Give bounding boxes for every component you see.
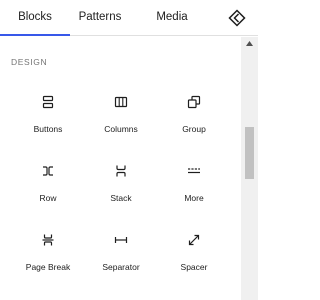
block-item-buttons[interactable]: Buttons <box>9 95 87 155</box>
scroll-up-arrow-icon <box>246 41 253 46</box>
row-icon <box>41 164 55 178</box>
block-item-stack[interactable]: Stack <box>82 164 160 224</box>
block-item-more[interactable]: More <box>155 164 233 224</box>
scrollbar-thumb[interactable] <box>245 127 254 179</box>
separator-icon <box>114 233 128 247</box>
block-label: Separator <box>102 262 140 272</box>
block-item-group[interactable]: Group <box>155 95 233 155</box>
vertical-scrollbar[interactable] <box>241 37 258 300</box>
block-label: Buttons <box>33 124 63 134</box>
block-label: Group <box>182 124 206 134</box>
tab-media[interactable]: Media <box>140 0 204 35</box>
columns-icon <box>114 95 128 109</box>
block-item-columns[interactable]: Columns <box>82 95 160 155</box>
block-item-spacer[interactable]: Spacer <box>155 233 233 293</box>
block-label: More <box>184 193 204 203</box>
scroll-up-button[interactable] <box>241 37 258 51</box>
buttons-icon <box>41 95 55 109</box>
block-item-row[interactable]: Row <box>9 164 87 224</box>
block-item-page-break[interactable]: Page Break <box>9 233 87 293</box>
close-inserter-icon <box>228 9 246 27</box>
block-label: Stack <box>110 193 132 203</box>
group-icon <box>187 95 201 109</box>
block-label: Columns <box>104 124 138 134</box>
block-list-panel: DESIGN Buttons Columns Group Row Stack M… <box>0 37 241 300</box>
more-icon <box>187 164 201 178</box>
spacer-icon <box>187 233 201 247</box>
stack-icon <box>114 164 128 178</box>
block-label: Row <box>39 193 57 203</box>
close-inserter-button[interactable] <box>226 7 248 29</box>
inserter-tabbar: Blocks Patterns Media <box>0 0 258 36</box>
page-break-icon <box>41 233 55 247</box>
block-label: Page Break <box>25 262 71 272</box>
tab-patterns[interactable]: Patterns <box>70 0 130 35</box>
block-label: Spacer <box>180 262 208 272</box>
category-heading: DESIGN <box>11 57 48 67</box>
block-item-separator[interactable]: Separator <box>82 233 160 293</box>
tab-blocks[interactable]: Blocks <box>0 0 70 36</box>
